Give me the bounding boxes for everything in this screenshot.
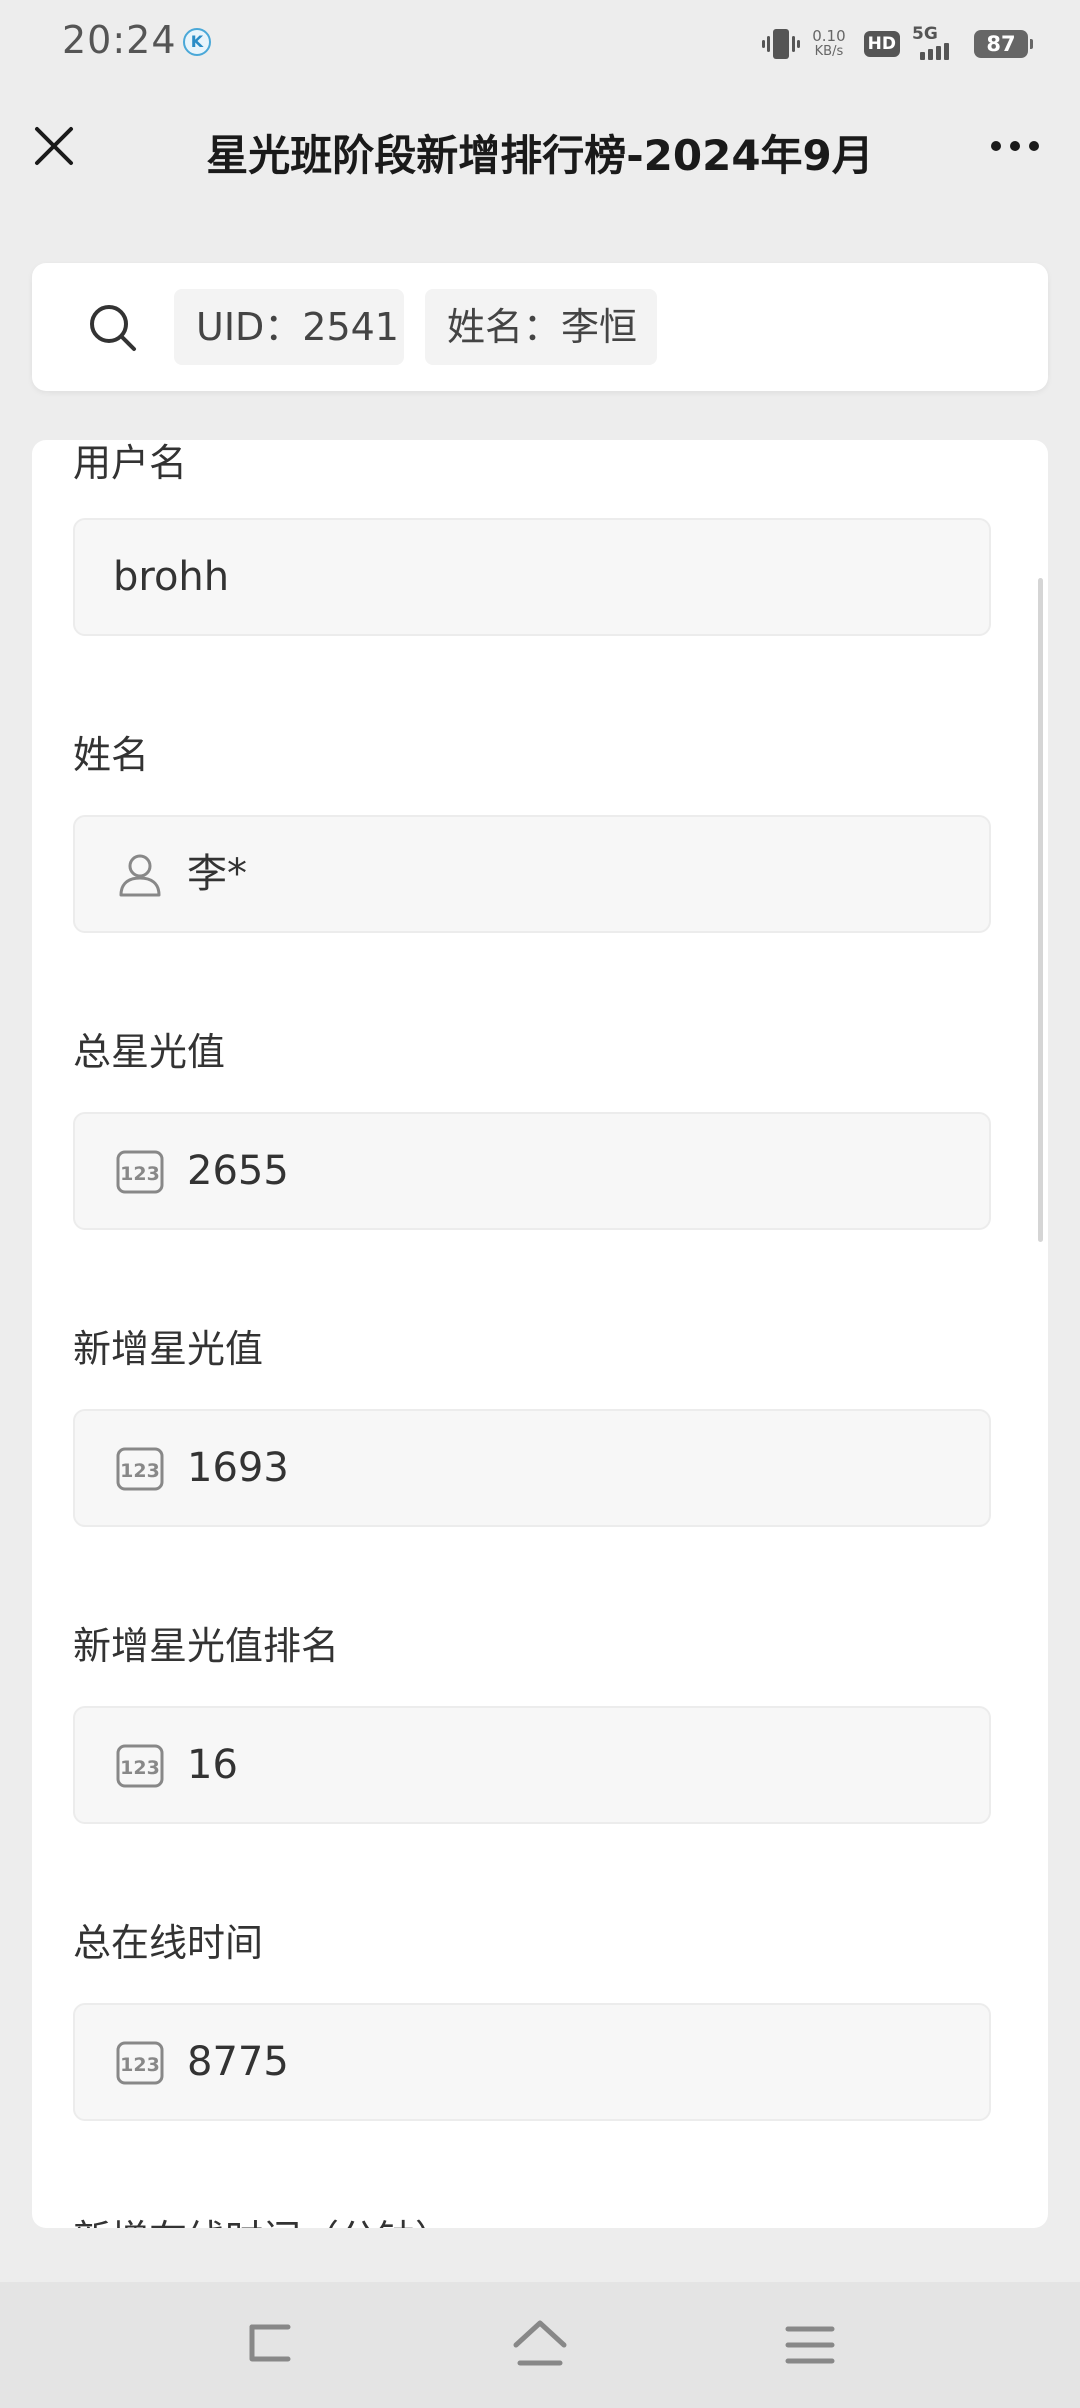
field-value-total-star: 2655	[187, 1148, 289, 1194]
status-indicators: 0.10 KB/s HD 5G 87	[762, 22, 1033, 66]
field-label-name: 姓名	[73, 733, 150, 777]
hd-icon: HD	[863, 31, 900, 57]
menu-icon[interactable]	[780, 2315, 840, 2375]
field-total-online[interactable]: 123 8775	[73, 2003, 991, 2121]
number-icon: 123	[116, 1447, 164, 1491]
field-total-star[interactable]: 123 2655	[73, 1112, 991, 1230]
net-speed-unit: KB/s	[814, 44, 844, 59]
status-time: 20:24	[62, 18, 177, 62]
more-icon-dot	[1010, 141, 1020, 151]
record-detail-card: 用户名 brohh 姓名 李* 总星光值 123 2655 新增星光值 123 …	[32, 440, 1048, 2228]
filter-chip-uid[interactable]: UID：2541	[174, 289, 404, 365]
field-label-username: 用户名	[73, 441, 188, 485]
net-speed: 0.10 KB/s	[812, 28, 845, 60]
battery-icon: 87	[974, 30, 1033, 58]
close-button[interactable]	[30, 122, 78, 170]
signal-icon: 5G	[912, 24, 962, 64]
person-icon	[119, 854, 161, 897]
more-icon-dot	[991, 141, 1001, 151]
field-new-star-rank[interactable]: 123 16	[73, 1706, 991, 1824]
network-gen-label: 5G	[912, 24, 938, 44]
system-nav-bar	[0, 2282, 1080, 2408]
number-icon: 123	[116, 1150, 164, 1194]
scrollbar[interactable]	[1038, 578, 1043, 1242]
more-icon-dot	[1029, 141, 1039, 151]
svg-text:123: 123	[120, 2054, 160, 2076]
search-icon[interactable]	[86, 301, 140, 355]
filter-chip-name[interactable]: 姓名：李恒	[425, 289, 657, 365]
back-icon[interactable]	[240, 2315, 300, 2375]
field-label-new-star-rank: 新增星光值排名	[73, 1624, 340, 1668]
number-icon: 123	[116, 1744, 164, 1788]
svg-text:123: 123	[120, 1163, 160, 1185]
vibrate-icon	[762, 29, 801, 59]
field-value-total-online: 8775	[187, 2039, 289, 2085]
number-icon: 123	[116, 2041, 164, 2085]
field-label-new-online: 新增在线时间（分钟）	[73, 2208, 453, 2228]
net-speed-value: 0.10	[812, 27, 846, 45]
field-value-new-star: 1693	[187, 1445, 289, 1491]
home-icon[interactable]	[510, 2315, 570, 2375]
field-name[interactable]: 李*	[73, 815, 991, 933]
close-icon	[35, 127, 73, 165]
field-value-username: brohh	[113, 554, 230, 600]
page-title: 星光班阶段新增排行榜-2024年9月	[206, 131, 874, 180]
field-value-name: 李*	[187, 851, 247, 897]
field-label-new-star: 新增星光值	[73, 1327, 264, 1371]
signal-bars	[920, 43, 949, 60]
field-label-total-star: 总星光值	[73, 1030, 226, 1074]
svg-text:123: 123	[120, 1460, 160, 1482]
field-label-total-online: 总在线时间	[73, 1921, 264, 1965]
field-value-new-star-rank: 16	[187, 1742, 238, 1788]
field-new-star[interactable]: 123 1693	[73, 1409, 991, 1527]
svg-text:123: 123	[120, 1757, 160, 1779]
title-bar: 星光班阶段新增排行榜-2024年9月	[0, 86, 1080, 214]
app-notification-icon: K	[183, 28, 211, 56]
search-filter-card: UID：2541 姓名：李恒	[32, 263, 1048, 391]
more-button[interactable]	[980, 126, 1050, 166]
status-bar: 20:24 K 0.10 KB/s HD 5G 87	[0, 0, 1080, 86]
field-username[interactable]: brohh	[73, 518, 991, 636]
